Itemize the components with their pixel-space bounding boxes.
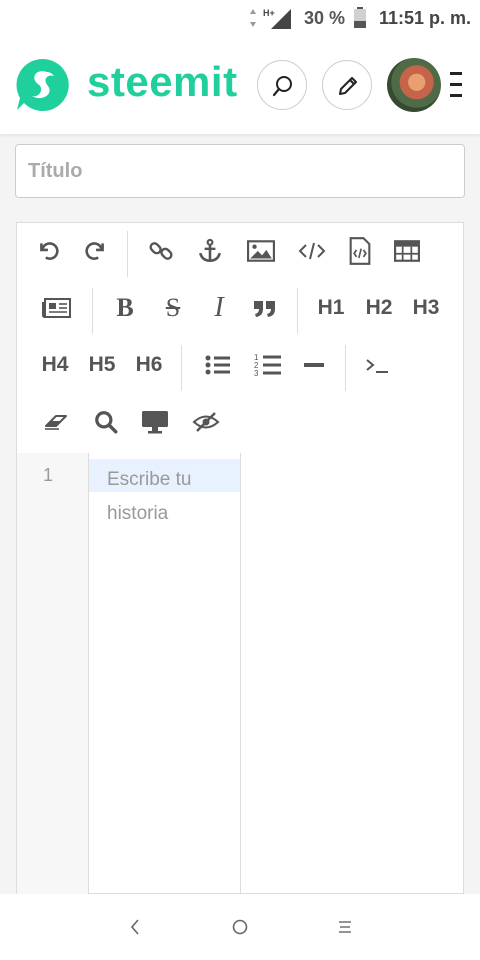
find-button[interactable] xyxy=(86,402,126,442)
search-button[interactable] xyxy=(257,60,307,110)
link-icon xyxy=(149,242,173,260)
signal-icon: H+ xyxy=(250,8,291,29)
new-post-button[interactable] xyxy=(322,60,372,110)
strikethrough-icon: S xyxy=(165,293,181,322)
terminal-icon xyxy=(366,359,388,373)
italic-icon: I xyxy=(214,292,224,323)
heading-2-button[interactable]: H2 xyxy=(357,288,401,328)
toolbar-separator xyxy=(297,288,298,334)
bulleted-list-icon xyxy=(205,355,230,375)
bulleted-list-button[interactable] xyxy=(198,345,238,385)
recents-icon xyxy=(339,921,351,933)
code-file-icon xyxy=(349,237,371,265)
image-icon xyxy=(247,240,275,262)
horizontal-rule-icon xyxy=(304,363,324,367)
quote-button[interactable] xyxy=(245,288,285,328)
editor-text-area[interactable]: Escribe tu historia xyxy=(89,453,241,895)
preformatted-button[interactable] xyxy=(37,288,77,328)
recents-button[interactable] xyxy=(330,912,360,942)
numbered-list-icon: 123 xyxy=(254,353,281,378)
quote-icon xyxy=(254,301,275,317)
battery-percentage: 30 % xyxy=(304,8,346,28)
italic-button[interactable]: I xyxy=(199,288,239,328)
numbered-list-button[interactable]: 123 xyxy=(248,345,288,385)
heading-6-button[interactable]: H6 xyxy=(127,345,171,385)
hamburger-menu-icon[interactable] xyxy=(450,72,464,98)
home-button[interactable] xyxy=(225,912,255,942)
code-button[interactable] xyxy=(292,231,332,271)
markdown-editor: B S I H1 H2 H3 H4 H5 H6 123 1 Escribe tu… xyxy=(16,222,464,895)
clock: 11:51 p. m. xyxy=(379,8,472,28)
code-icon xyxy=(298,242,326,260)
strikethrough-button[interactable]: S xyxy=(153,288,193,328)
toolbar-separator xyxy=(92,288,93,334)
clear-formatting-button[interactable] xyxy=(37,402,77,442)
line-number-gutter: 1 xyxy=(17,453,89,895)
user-avatar[interactable] xyxy=(387,58,441,112)
back-button[interactable] xyxy=(120,912,150,942)
toolbar-separator xyxy=(345,345,346,391)
link-button[interactable] xyxy=(141,231,181,271)
table-button[interactable] xyxy=(387,231,427,271)
app-header: steemit xyxy=(0,36,480,134)
network-type-label: H+ xyxy=(263,8,275,18)
status-bar: H+ 30 % 11:51 p. m. xyxy=(0,0,480,36)
svg-text:3: 3 xyxy=(254,369,259,378)
editor-placeholder: Escribe tu historia xyxy=(107,469,192,524)
heading-3-button[interactable]: H3 xyxy=(404,288,448,328)
heading-1-button[interactable]: H1 xyxy=(309,288,353,328)
back-icon xyxy=(130,919,139,935)
image-button[interactable] xyxy=(241,231,281,271)
line-number: 1 xyxy=(43,465,54,485)
steemit-logo-icon[interactable] xyxy=(14,56,72,114)
search-icon xyxy=(95,411,118,434)
preview-button[interactable] xyxy=(135,402,175,442)
system-navigation-bar xyxy=(0,894,480,960)
redo-button[interactable] xyxy=(75,231,115,271)
brand-wordmark[interactable]: steemit xyxy=(87,58,238,106)
battery-icon xyxy=(354,7,366,28)
toggle-preview-button[interactable] xyxy=(186,402,226,442)
terminal-button[interactable] xyxy=(358,345,398,385)
search-icon xyxy=(272,76,292,97)
code-block-button[interactable] xyxy=(340,231,380,271)
toolbar-separator xyxy=(127,231,128,277)
anchor-button[interactable] xyxy=(190,231,230,271)
horizontal-rule-button[interactable] xyxy=(294,345,334,385)
bold-icon: B xyxy=(116,293,134,322)
heading-5-button[interactable]: H5 xyxy=(80,345,124,385)
heading-4-button[interactable]: H4 xyxy=(33,345,77,385)
eraser-icon xyxy=(45,415,67,430)
monitor-icon xyxy=(142,411,168,434)
bold-button[interactable]: B xyxy=(105,288,145,328)
title-input[interactable] xyxy=(15,144,465,198)
undo-button[interactable] xyxy=(29,231,69,271)
table-icon xyxy=(394,240,420,262)
toolbar-separator xyxy=(181,345,182,391)
undo-icon xyxy=(40,242,59,260)
eye-slash-icon xyxy=(192,412,220,432)
pencil-icon xyxy=(339,77,357,95)
anchor-icon xyxy=(199,238,221,263)
redo-icon xyxy=(85,242,104,260)
home-icon xyxy=(232,919,248,935)
newspaper-icon xyxy=(42,298,71,318)
